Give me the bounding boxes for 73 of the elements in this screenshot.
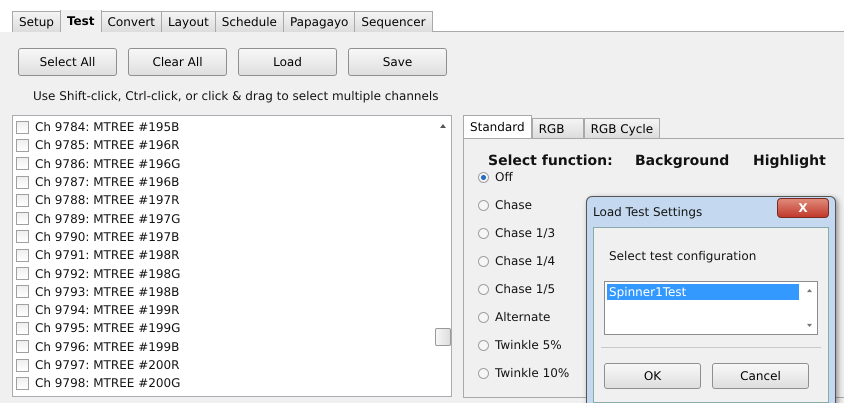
checkbox[interactable] [16, 248, 29, 262]
dialog-button[interactable]: OK [604, 363, 701, 389]
close-button[interactable]: X [777, 198, 829, 218]
radio-label: Twinkle 10% [495, 366, 570, 380]
channel-label: Ch 9790: MTREE #197B [35, 230, 180, 244]
checkbox[interactable] [16, 304, 29, 317]
checkbox[interactable] [16, 267, 29, 280]
channel-label: Ch 9793: MTREE #198B [35, 284, 180, 299]
radio-label: Chase 1/3 [495, 226, 556, 240]
tab[interactable]: RGB Cycle [584, 118, 660, 138]
scroll-thumb[interactable] [435, 328, 451, 346]
channel-label: Ch 9795: MTREE #199G [35, 321, 180, 336]
channel-label: Ch 9788: MTREE #197R [35, 193, 180, 208]
action-button[interactable]: Save [348, 48, 447, 76]
dialog-title: Load Test Settings [593, 205, 702, 219]
radio-label: Chase 1/4 [495, 254, 556, 268]
checkbox[interactable] [16, 285, 29, 298]
action-button[interactable]: Clear All [128, 48, 227, 76]
checkbox[interactable] [16, 322, 29, 335]
checkbox[interactable] [16, 376, 29, 390]
channel-label: Ch 9798: MTREE #200G [35, 376, 180, 390]
tab[interactable]: Sequencer [354, 11, 433, 32]
scroll-up-icon[interactable] [806, 288, 812, 293]
checkbox[interactable] [16, 120, 29, 134]
tab[interactable]: Setup [12, 11, 61, 32]
radio-label: Alternate [495, 310, 550, 324]
column-heading: Select function: [488, 153, 614, 169]
channel-label: Ch 9785: MTREE #196R [35, 138, 180, 152]
channel-label: Ch 9786: MTREE #196G [35, 156, 180, 171]
radio-button[interactable] [478, 172, 489, 182]
radio-button[interactable] [478, 284, 489, 294]
checkbox[interactable] [16, 138, 29, 152]
channel-label: Ch 9794: MTREE #199R [35, 303, 180, 318]
radio-button[interactable] [478, 256, 489, 266]
tab[interactable]: Convert [100, 11, 162, 32]
action-button[interactable]: Select All [18, 48, 117, 76]
channel-label: Ch 9796: MTREE #199B [35, 340, 180, 354]
tab[interactable]: Test [60, 10, 102, 32]
column-heading: Background [635, 153, 730, 169]
checkbox[interactable] [16, 340, 29, 354]
radio-button[interactable] [478, 200, 489, 210]
radio-label: Chase 1/5 [495, 282, 556, 296]
checkbox[interactable] [16, 230, 29, 244]
radio-label: Twinkle 5% [495, 338, 562, 352]
channel-label: Ch 9797: MTREE #200R [35, 358, 180, 372]
checkbox[interactable] [16, 176, 29, 189]
channel-label: Ch 9792: MTREE #198G [35, 266, 180, 281]
prompt-text: Select test configuration [608, 248, 758, 265]
radio-button[interactable] [478, 312, 489, 322]
radio-button[interactable] [478, 340, 489, 350]
channel-label: Ch 9787: MTREE #196B [35, 175, 180, 190]
hint-text: Use Shift-click, Ctrl-click, or click & drag to select multiple channels [32, 88, 440, 105]
channel-label: Ch 9784: MTREE #195B [35, 120, 180, 134]
tab[interactable]: Papagayo [282, 11, 356, 32]
checkbox[interactable] [16, 212, 29, 226]
radio-button[interactable] [478, 228, 489, 238]
scroll-up-icon[interactable] [438, 123, 446, 129]
channel-label: Ch 9789: MTREE #197G [35, 212, 180, 226]
channel-label: Ch 9791: MTREE #198R [35, 248, 180, 262]
radio-label: Chase [495, 198, 532, 212]
radio-button[interactable] [478, 368, 489, 378]
checkbox[interactable] [16, 194, 29, 207]
tab[interactable]: Layout [161, 11, 216, 32]
action-button[interactable]: Load [238, 48, 337, 76]
tab[interactable]: Schedule [214, 11, 284, 32]
scroll-down-icon[interactable] [806, 323, 812, 328]
radio-label: Off [495, 170, 513, 184]
checkbox[interactable] [16, 358, 29, 372]
column-heading: Highlight [753, 153, 826, 169]
tab[interactable]: RGB [532, 118, 584, 138]
dialog-button[interactable]: Cancel [712, 363, 809, 389]
checkbox[interactable] [16, 157, 29, 170]
tab[interactable]: Standard [463, 115, 532, 138]
